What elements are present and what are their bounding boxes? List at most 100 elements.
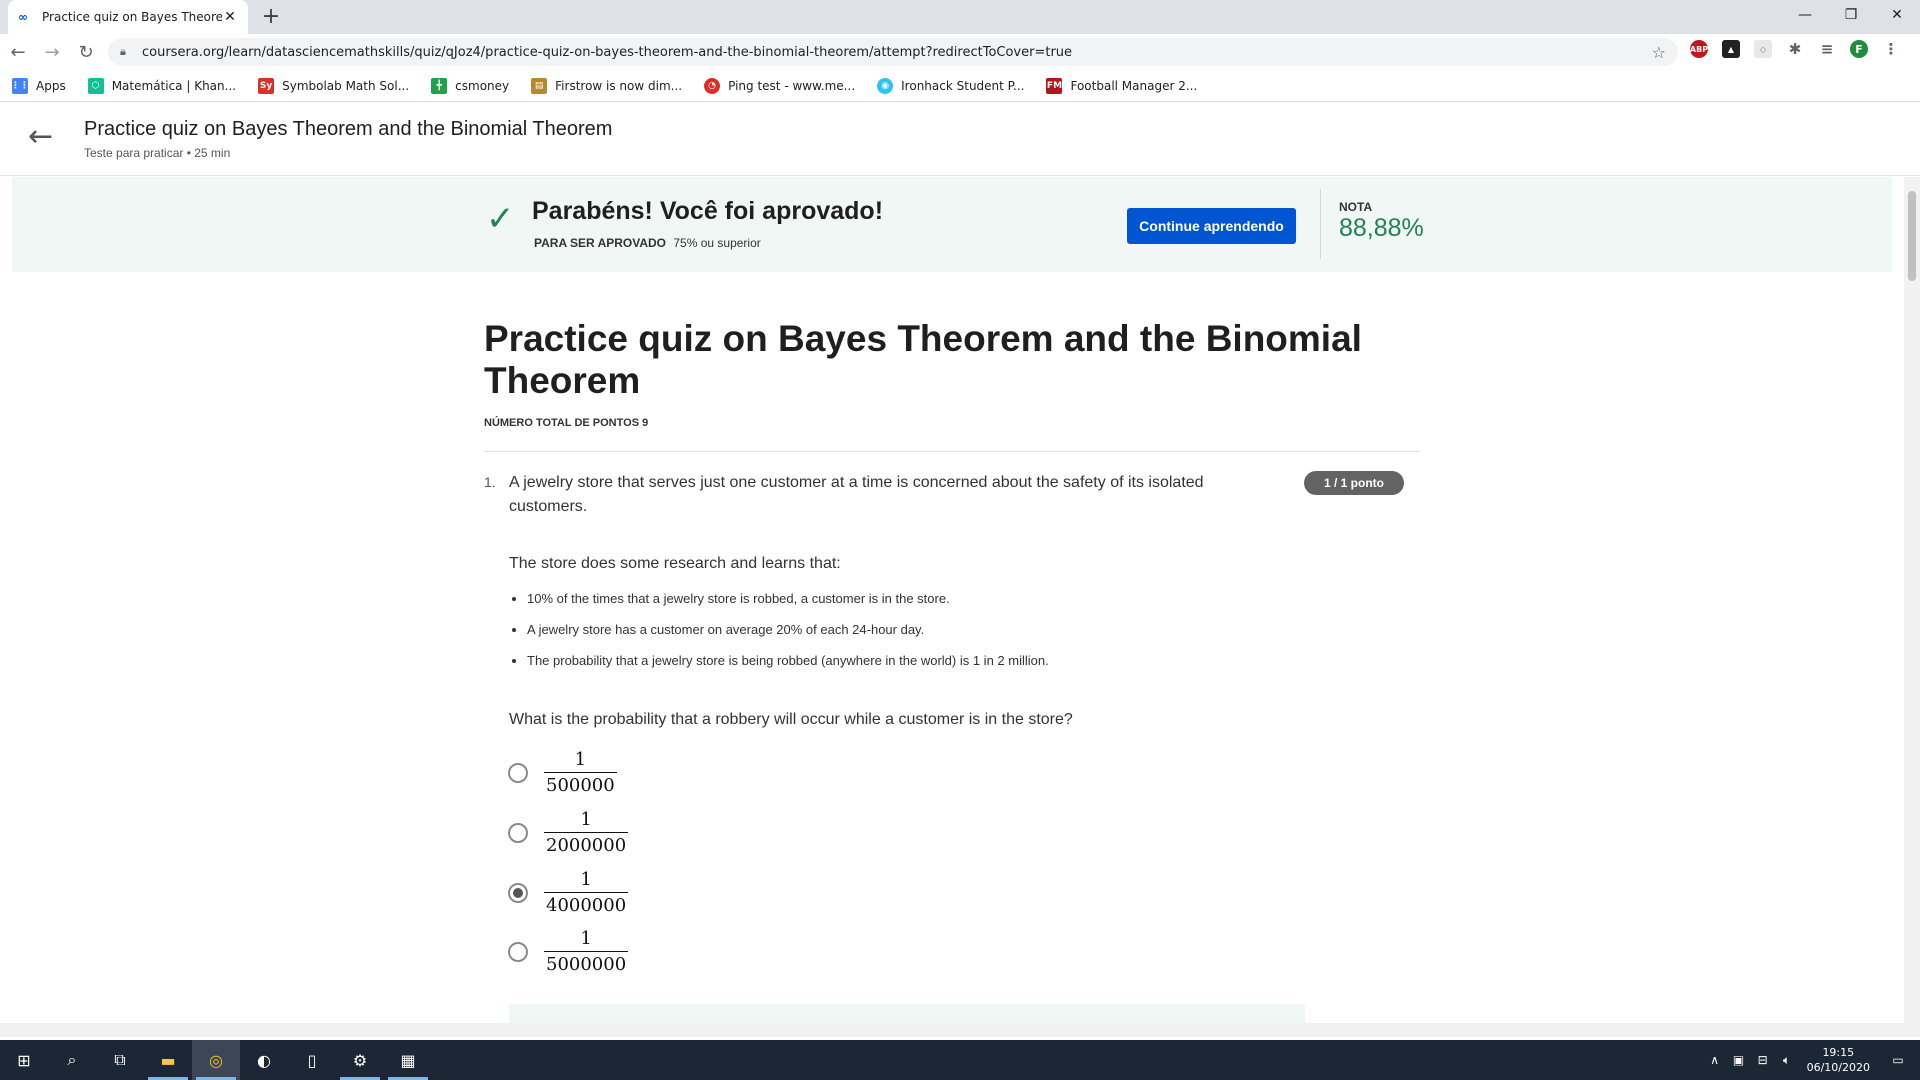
- bookmark-label: Matemática | Khan...: [111, 78, 237, 93]
- bookmark-symbolab[interactable]: Sy Symbolab Math Sol...: [258, 77, 410, 94]
- clock-time: 19:15: [1822, 1046, 1855, 1059]
- meet-now-icon[interactable]: ▣: [1727, 1053, 1751, 1067]
- total-points: NÚMERO TOTAL DE PONTOS 9: [484, 417, 649, 429]
- extensions-puzzle-icon[interactable]: ✱: [1786, 40, 1804, 58]
- answer-option-2[interactable]: 1 2000000: [508, 809, 708, 865]
- grade-value: 88,88%: [1339, 214, 1424, 242]
- chrome-icon[interactable]: ◎: [192, 1040, 240, 1080]
- radio-button[interactable]: [508, 763, 528, 783]
- continue-learning-button[interactable]: Continue aprendendo: [1127, 208, 1296, 244]
- requirement-label: PARA SER APROVADO: [534, 236, 667, 250]
- radio-button[interactable]: [508, 942, 528, 962]
- profile-avatar[interactable]: F: [1850, 40, 1868, 58]
- network-icon[interactable]: ⊟: [1751, 1053, 1775, 1067]
- bookmark-label: csmoney: [455, 78, 510, 93]
- divider: [484, 451, 1420, 452]
- notification-icon[interactable]: ▭: [1886, 1053, 1910, 1067]
- close-window-icon[interactable]: ✕: [1874, 0, 1920, 30]
- csmoney-icon: ╋: [431, 77, 448, 94]
- document-app-icon[interactable]: ▯: [288, 1040, 336, 1080]
- adblock-plus-icon[interactable]: ABP: [1690, 40, 1708, 58]
- pass-requirement: PARA SER APROVADO 75% ou superior: [534, 236, 761, 250]
- fraction-numerator: 1: [574, 749, 587, 770]
- bookmark-ironhack[interactable]: ◉ Ironhack Student P...: [877, 77, 1024, 94]
- app-circle-icon[interactable]: ◐: [240, 1040, 288, 1080]
- calculator-icon[interactable]: ▦: [384, 1040, 432, 1080]
- answer-option-1[interactable]: 1 500000: [508, 749, 708, 805]
- clock-date: 06/10/2020: [1806, 1061, 1870, 1074]
- chevron-up-icon[interactable]: ∧: [1703, 1053, 1727, 1067]
- search-icon[interactable]: ⌕: [48, 1040, 96, 1080]
- minimize-icon[interactable]: —: [1782, 0, 1828, 30]
- bookmark-star-icon[interactable]: ☆: [1652, 43, 1666, 62]
- extension-dark-icon[interactable]: ▲: [1722, 40, 1740, 58]
- grade-label: NOTA: [1339, 200, 1373, 214]
- file-explorer-icon[interactable]: ▬: [144, 1040, 192, 1080]
- bookmark-khan[interactable]: ⬡ Matemática | Khan...: [87, 77, 237, 94]
- quiz-title: Practice quiz on Bayes Theorem and the B…: [484, 318, 1362, 401]
- fraction-denominator: 500000: [544, 772, 617, 796]
- scrollbar-thumb[interactable]: [1908, 191, 1916, 281]
- header-subtitle: Teste para praticar • 25 min: [84, 146, 231, 160]
- question-prompt: What is the probability that a robbery w…: [509, 711, 1073, 728]
- answer-option-4[interactable]: 1 5000000: [508, 928, 708, 984]
- bookmark-label: Ping test - www.me...: [728, 78, 856, 93]
- coursera-favicon-icon: ∞: [18, 10, 28, 24]
- fraction: 1 5000000: [544, 928, 629, 975]
- answer-option-3[interactable]: 1 4000000: [508, 869, 708, 925]
- reading-list-icon[interactable]: ≡: [1818, 40, 1836, 58]
- windows-start-icon[interactable]: ⊞: [0, 1040, 48, 1080]
- grade-divider: [1320, 189, 1321, 259]
- task-view-icon[interactable]: ⧉: [96, 1040, 144, 1080]
- khan-academy-icon: ⬡: [87, 77, 104, 94]
- new-tab-button[interactable]: +: [258, 4, 284, 30]
- back-arrow-icon[interactable]: ←: [28, 122, 58, 152]
- list-item: 10% of the times that a jewelry store is…: [509, 591, 1049, 622]
- reload-icon[interactable]: ↻: [70, 36, 102, 68]
- tab-close-icon[interactable]: ✕: [222, 9, 238, 25]
- fraction-denominator: 4000000: [544, 892, 629, 916]
- forward-icon[interactable]: →: [36, 36, 68, 68]
- apps-grid-icon: ⋮⋮: [11, 77, 29, 94]
- steam-icon[interactable]: ⚙: [336, 1040, 384, 1080]
- facts-list: 10% of the times that a jewelry store is…: [509, 591, 1049, 684]
- firstrow-icon: ▤: [531, 77, 548, 94]
- vertical-scrollbar[interactable]: [1904, 177, 1920, 1025]
- points-badge: 1 / 1 ponto: [1304, 471, 1404, 495]
- lock-icon: 🔒︎: [120, 45, 126, 58]
- radio-button-selected[interactable]: [508, 883, 528, 903]
- horizontal-scrollbar[interactable]: [0, 1023, 1920, 1037]
- bookmark-apps[interactable]: ⋮⋮ Apps: [11, 77, 66, 94]
- bookmark-ping-test[interactable]: ◔ Ping test - www.me...: [704, 77, 856, 94]
- requirement-value: 75% ou superior: [673, 236, 761, 250]
- fraction-denominator: 2000000: [544, 832, 629, 856]
- bookmark-csmoney[interactable]: ╋ csmoney: [431, 77, 510, 94]
- radio-button[interactable]: [508, 823, 528, 843]
- browser-tab[interactable]: ∞ Practice quiz on Bayes Theorem a ✕: [8, 0, 248, 34]
- back-icon[interactable]: ←: [2, 36, 34, 68]
- restore-icon[interactable]: ❐: [1828, 0, 1874, 30]
- fraction-numerator: 1: [580, 928, 592, 949]
- fraction-numerator: 1: [580, 869, 592, 890]
- fraction: 1 2000000: [544, 809, 629, 856]
- ironhack-icon: ◉: [877, 77, 894, 94]
- quiz-page-header: ← Practice quiz on Bayes Theorem and the…: [0, 102, 1920, 176]
- bookmark-football-manager[interactable]: FM Football Manager 2...: [1046, 77, 1197, 94]
- menu-kebab-icon[interactable]: ⋮: [1882, 40, 1900, 58]
- windows-taskbar: ⊞ ⌕ ⧉ ▬ ◎ ◐ ▯ ⚙ ▦ ∧ ▣ ⊟ 🔈︎ 19:15 06/10/2…: [0, 1040, 1920, 1080]
- fraction: 1 4000000: [544, 869, 629, 916]
- fraction-numerator: 1: [580, 809, 592, 830]
- browser-tab-bar: ∞ Practice quiz on Bayes Theorem a ✕ + —…: [0, 0, 1920, 34]
- browser-toolbar: ← → ↻ 🔒︎ coursera.org/learn/datasciencem…: [0, 34, 1920, 70]
- shield-extension-icon[interactable]: ◇: [1754, 40, 1772, 58]
- symbolab-icon: Sy: [258, 77, 275, 94]
- address-bar[interactable]: 🔒︎ coursera.org/learn/datasciencemathski…: [108, 38, 1678, 66]
- clock[interactable]: 19:15 06/10/2020: [1807, 1045, 1870, 1075]
- volume-icon[interactable]: 🔈︎: [1775, 1053, 1799, 1068]
- question-number: 1.: [484, 474, 496, 490]
- checkmark-icon: ✓: [486, 199, 515, 239]
- bookmark-label: Symbolab Math Sol...: [282, 78, 410, 93]
- url-text: coursera.org/learn/datasciencemathskills…: [142, 44, 1073, 60]
- bookmark-firstrow[interactable]: ▤ Firstrow is now dim...: [531, 77, 682, 94]
- ping-test-icon: ◔: [704, 77, 721, 94]
